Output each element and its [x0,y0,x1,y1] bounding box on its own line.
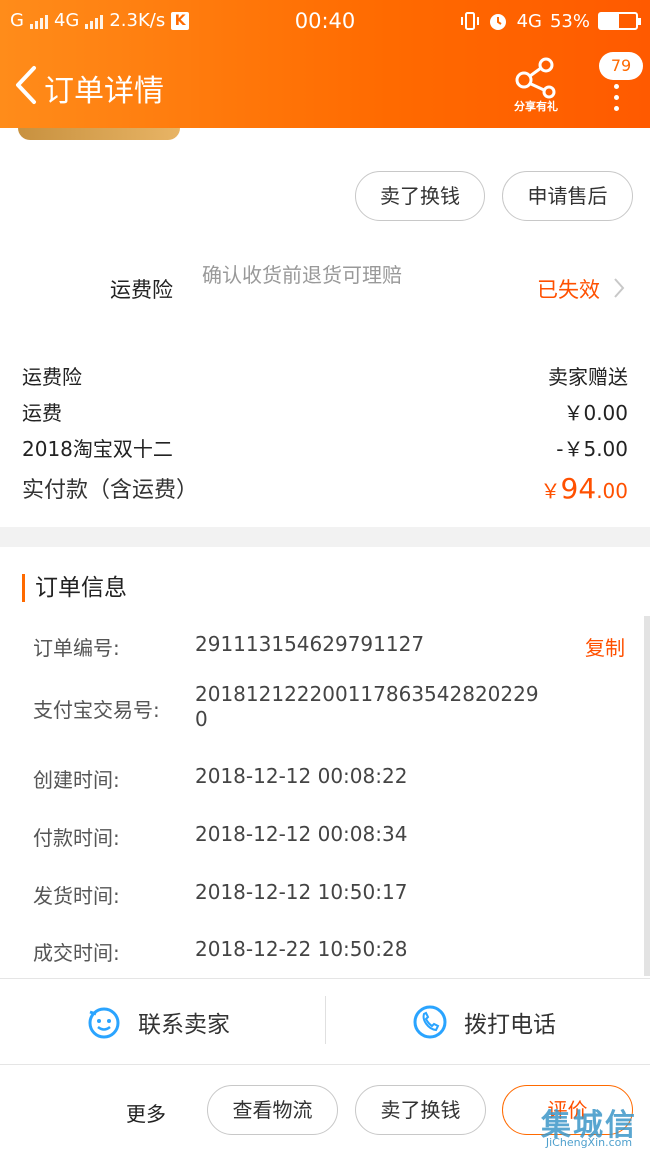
order-info-value: 2018-12-12 00:08:34 [195,822,408,846]
alarm-icon [489,14,506,30]
network-right-label: 4G [516,10,542,32]
total-decimal: .00 [596,479,628,503]
price-row: 运费险 卖家赠送 [22,361,628,389]
view-logistics-button[interactable]: 查看物流 [207,1085,338,1135]
total-amount: ￥94.00 [541,472,628,505]
price-row-value: 卖家赠送 [548,365,628,389]
order-info-label: 成交时间: [33,941,120,965]
vibrate-icon [460,12,479,30]
sell-exchange-button[interactable]: 卖了换钱 [355,171,485,221]
divider [0,978,650,979]
product-thumbnail-edge [18,128,180,140]
message-count-badge: 79 [599,52,643,80]
more-button[interactable]: 更多 [126,1098,166,1127]
total-integer: 94 [560,472,597,505]
insurance-description: 确认收货前退货可理赔 [202,263,402,287]
call-phone-label: 拨打电话 [464,1012,556,1038]
copy-button[interactable]: 复制 [585,632,625,661]
order-info-value: 2018121222001178635428202290 [195,682,539,731]
scrollbar[interactable] [644,616,650,976]
more-menu-button[interactable]: 79 [595,52,645,122]
total-currency: ￥ [540,479,561,503]
price-row: 运费 ￥0.00 [22,397,628,425]
battery-percent: 53% [549,10,590,32]
chevron-right-icon[interactable] [612,276,626,300]
price-row: 2018淘宝双十二 -￥5.00 [22,433,628,461]
status-right: 4G 53% [460,10,641,32]
order-info-label: 订单编号: [33,636,120,660]
share-gift-button[interactable]: 分享有礼 [505,56,567,116]
order-info-value: 2018-12-12 10:50:17 [195,880,408,904]
price-row-value: -￥5.00 [556,437,628,461]
order-info-label: 付款时间: [33,826,120,850]
watermark-en: JiChengXin.com [545,1136,633,1149]
phone-icon [413,1005,447,1039]
share-label: 分享有礼 [514,100,558,113]
total-label: 实付款（含运费） [22,478,199,503]
insurance-label: 运费险 [110,278,173,302]
after-sale-button[interactable]: 申请售后 [502,171,633,221]
order-info-row: 付款时间: 2018-12-12 00:08:34 [33,822,633,850]
price-row-value: ￥0.00 [563,401,628,425]
order-info-value: 2018-12-22 10:50:28 [195,937,408,961]
order-info-label: 支付宝交易号: [33,698,160,722]
order-info-row: 发货时间: 2018-12-12 10:50:17 [33,880,633,908]
order-info-title: 订单信息 [22,574,127,602]
battery-icon [598,12,641,30]
divider-vertical [325,996,326,1044]
status-bar: G 4G 2.3K/s K 00:40 4G 53% [0,0,650,44]
contact-seller-label: 联系卖家 [138,1012,230,1038]
call-phone-button[interactable]: 拨打电话 [412,1000,556,1044]
price-row-label: 运费 [22,401,62,425]
more-dots-icon [614,84,620,117]
share-icon [515,57,556,99]
order-info-row: 订单编号: 291113154629791127 [33,632,633,660]
order-info-row: 创建时间: 2018-12-12 00:08:22 [33,764,633,792]
app-header: G 4G 2.3K/s K 00:40 4G 53% 订单详情 分享有礼 79 [0,0,650,128]
order-info-row: 支付宝交易号: 2018121222001178635428202290 [33,682,633,734]
divider [0,1064,650,1065]
chat-face-icon [88,1007,120,1039]
order-info-value: 2018-12-12 00:08:22 [195,764,408,788]
order-info-value: 291113154629791127 [195,632,425,656]
page-title: 订单详情 [44,74,164,109]
back-arrow-icon[interactable] [12,62,42,108]
sell-exchange-bottom-button[interactable]: 卖了换钱 [355,1085,486,1135]
contact-seller-button[interactable]: 联系卖家 [86,1000,230,1044]
order-info-label: 创建时间: [33,768,120,792]
section-gap [0,527,650,547]
price-row-label: 2018淘宝双十二 [22,437,173,461]
total-row: 实付款（含运费） ￥94.00 [22,472,628,506]
nav-bar: 订单详情 分享有礼 79 [0,52,650,120]
insurance-status[interactable]: 已失效 [537,274,600,304]
price-row-label: 运费险 [22,365,82,389]
order-info-row: 成交时间: 2018-12-22 10:50:28 [33,937,633,965]
watermark: 集城信 JiChengXin.com [530,1100,648,1154]
order-info-label: 发货时间: [33,884,120,908]
